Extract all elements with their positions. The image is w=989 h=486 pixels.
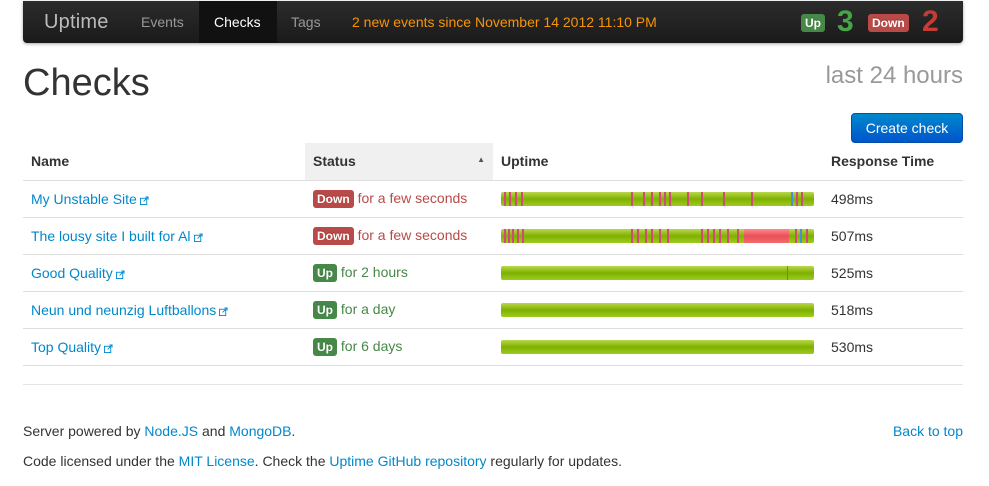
status-badge: Up (313, 300, 337, 319)
table-row: Top Quality Up for 6 days 530ms (23, 328, 963, 366)
uptime-cell (493, 180, 823, 218)
status-duration: for a day (340, 300, 396, 317)
check-link[interactable]: The lousy site I built for Al (31, 228, 191, 244)
uptime-cell (493, 217, 823, 255)
status-cell: Down for a few seconds (305, 217, 493, 255)
status-badge: Up (313, 263, 337, 282)
uptime-cell (493, 291, 823, 329)
status-cell: Up for 6 days (305, 328, 493, 366)
check-name-cell: Top Quality (23, 328, 305, 366)
status-badge: Down (313, 226, 354, 245)
create-check-button[interactable]: Create check (851, 113, 963, 143)
check-link[interactable]: Neun und neunzig Luftballons (31, 302, 216, 318)
column-header-status[interactable]: Status ▲ (305, 143, 493, 181)
down-badge: Down (868, 14, 909, 32)
footer-text: regularly for updates. (486, 453, 622, 469)
status-duration: for 2 hours (340, 263, 408, 280)
time-period: last 24 hours (825, 62, 963, 89)
column-header-status-label: Status (313, 153, 356, 170)
github-repo-link[interactable]: Uptime GitHub repository (329, 453, 486, 469)
status-duration: for 6 days (340, 337, 403, 354)
uptime-bar[interactable] (501, 191, 814, 206)
uptime-bar[interactable] (501, 228, 814, 243)
footer-text: and (198, 423, 230, 439)
response-time: 507ms (823, 217, 963, 255)
external-link-icon[interactable] (139, 195, 149, 205)
page-title: Checks (23, 62, 150, 104)
check-name-cell: Neun und neunzig Luftballons (23, 291, 305, 329)
check-link[interactable]: Top Quality (31, 339, 101, 355)
external-link-icon[interactable] (193, 232, 203, 242)
uptime-cell (493, 328, 823, 366)
status-badge: Up (313, 337, 337, 356)
footer-divider (23, 384, 963, 385)
external-link-icon[interactable] (219, 306, 228, 316)
uptime-bar[interactable] (501, 302, 814, 317)
table-row: Good Quality Up for 2 hours 525ms (23, 254, 963, 292)
uptime-cell (493, 254, 823, 292)
checks-table: Name Status ▲ Uptime Response Time My Un… (23, 143, 963, 366)
sort-asc-icon: ▲ (477, 155, 485, 165)
check-name-cell: The lousy site I built for Al (23, 217, 305, 255)
status-duration: for a few seconds (357, 189, 468, 206)
table-row: Neun und neunzig Luftballons Up for a da… (23, 291, 963, 329)
column-header-response-time[interactable]: Response Time (823, 143, 963, 181)
nodejs-link[interactable]: Node.JS (144, 423, 198, 439)
column-header-name[interactable]: Name (23, 143, 305, 181)
table-row: The lousy site I built for Al Down for a… (23, 217, 963, 255)
check-name-cell: My Unstable Site (23, 180, 305, 218)
footer-text: . Check the (254, 453, 330, 469)
status-badge: Down (313, 189, 354, 208)
response-time: 525ms (823, 254, 963, 292)
down-count: 2 (922, 5, 939, 38)
column-header-uptime[interactable]: Uptime (493, 143, 823, 181)
brand-logo[interactable]: Uptime (44, 11, 109, 34)
back-to-top-link[interactable]: Back to top (893, 423, 963, 439)
nav-checks[interactable]: Checks (199, 1, 277, 43)
check-name-cell: Good Quality (23, 254, 305, 292)
footer-text: Server powered by (23, 423, 145, 439)
nav-events[interactable]: Events (127, 1, 198, 43)
top-navbar: Uptime Events Checks Tags 2 new events s… (23, 1, 963, 43)
table-header-row: Name Status ▲ Uptime Response Time (23, 143, 963, 181)
up-count: 3 (837, 5, 854, 38)
uptime-bar[interactable] (501, 265, 814, 280)
table-row: My Unstable Site Down for a few seconds … (23, 180, 963, 218)
response-time: 498ms (823, 180, 963, 218)
footer-text: Code licensed under the (23, 453, 179, 469)
mit-license-link[interactable]: MIT License (179, 453, 255, 469)
check-link[interactable]: Good Quality (31, 265, 113, 281)
up-badge: Up (801, 14, 825, 32)
status-cell: Up for a day (305, 291, 493, 329)
footer-powered-by: Server powered by Node.JS and MongoDB. (23, 423, 295, 439)
status-cell: Up for 2 hours (305, 254, 493, 292)
response-time: 530ms (823, 328, 963, 366)
external-link-icon[interactable] (104, 343, 113, 353)
external-link-icon[interactable] (115, 269, 125, 279)
mongodb-link[interactable]: MongoDB (229, 423, 291, 439)
new-events-notice[interactable]: 2 new events since November 14 2012 11:1… (352, 1, 657, 43)
check-link[interactable]: My Unstable Site (31, 191, 137, 207)
status-duration: for a few seconds (357, 226, 468, 243)
footer-text: . (291, 423, 296, 439)
status-cell: Down for a few seconds (305, 180, 493, 218)
footer-license: Code licensed under the MIT License. Che… (23, 453, 622, 469)
response-time: 518ms (823, 291, 963, 329)
uptime-bar[interactable] (501, 339, 814, 354)
nav-tags[interactable]: Tags (277, 1, 335, 43)
